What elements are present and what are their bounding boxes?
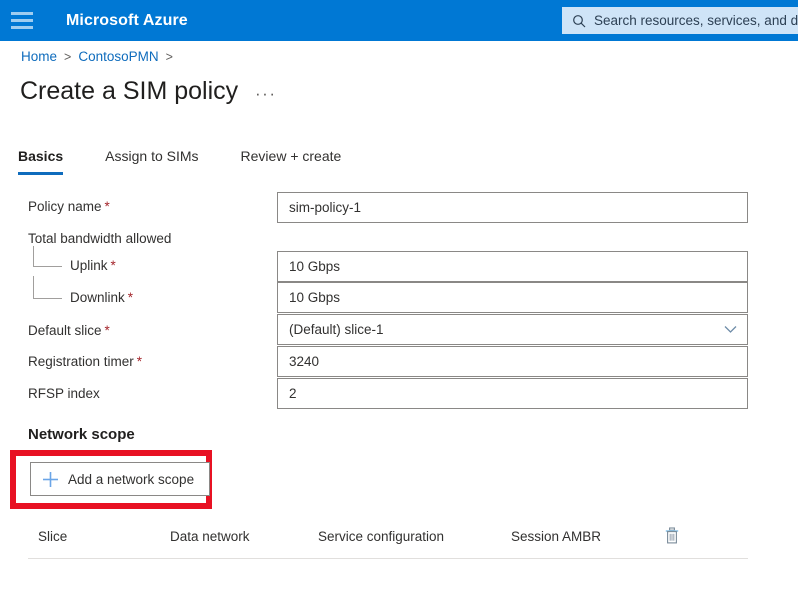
breadcrumb-item-contosopmn[interactable]: ContosoPMN <box>78 49 158 64</box>
input-rfsp-index[interactable]: 2 <box>277 378 748 409</box>
breadcrumb: Home > ContosoPMN > <box>21 49 180 64</box>
trash-icon[interactable] <box>665 527 679 544</box>
more-actions-button[interactable]: ··· <box>255 83 276 105</box>
network-scope-heading: Network scope <box>28 426 135 443</box>
table-divider <box>28 558 748 559</box>
required-marker: * <box>127 290 134 305</box>
label-registration-timer: Registration timer * <box>28 354 143 369</box>
hamburger-line <box>11 19 33 22</box>
chevron-down-icon[interactable] <box>724 315 737 344</box>
input-downlink-value: 10 Gbps <box>289 290 341 305</box>
label-uplink: Uplink * <box>70 258 116 273</box>
required-marker: * <box>136 354 143 369</box>
column-header-service-configuration[interactable]: Service configuration <box>318 529 444 544</box>
input-policy-name-value: sim-policy-1 <box>289 200 362 215</box>
label-rfsp-index: RFSP index <box>28 386 100 401</box>
add-network-scope-label: Add a network scope <box>68 471 195 487</box>
global-search-placeholder: Search resources, services, and docs <box>594 13 798 28</box>
azure-brand-label[interactable]: Microsoft Azure <box>66 12 188 30</box>
required-marker: * <box>110 258 116 273</box>
input-policy-name[interactable]: sim-policy-1 <box>277 192 748 223</box>
hamburger-line <box>11 12 33 15</box>
input-downlink[interactable]: 10 Gbps <box>277 282 748 313</box>
select-default-slice-value: (Default) slice-1 <box>289 322 384 337</box>
hamburger-icon[interactable] <box>11 12 33 29</box>
input-registration-timer-value: 3240 <box>289 354 320 369</box>
required-marker: * <box>104 199 110 214</box>
page-title: Create a SIM policy <box>20 77 239 105</box>
global-search-input[interactable]: Search resources, services, and docs <box>562 7 798 34</box>
label-total-bandwidth-allowed: Total bandwidth allowed <box>28 231 172 246</box>
wizard-tabs: Basics Assign to SIMs Review + create <box>18 148 383 175</box>
label-default-slice: Default slice * <box>28 323 110 338</box>
input-uplink-value: 10 Gbps <box>289 259 341 274</box>
tab-review-create[interactable]: Review + create <box>241 148 342 175</box>
input-rfsp-index-value: 2 <box>289 386 297 401</box>
column-header-slice[interactable]: Slice <box>38 529 67 544</box>
select-default-slice[interactable]: (Default) slice-1 <box>277 314 748 345</box>
plus-icon <box>42 471 59 488</box>
hamburger-line <box>11 26 33 29</box>
column-header-session-ambr[interactable]: Session AMBR <box>511 529 601 544</box>
breadcrumb-item-home[interactable]: Home <box>21 49 57 64</box>
label-downlink: Downlink * <box>70 290 134 305</box>
breadcrumb-separator: > <box>165 49 173 64</box>
add-network-scope-button[interactable]: Add a network scope <box>30 462 211 496</box>
column-header-data-network[interactable]: Data network <box>170 529 250 544</box>
tab-assign-to-sims[interactable]: Assign to SIMs <box>105 148 198 175</box>
label-policy-name: Policy name * <box>28 199 110 214</box>
network-scope-table-header: Slice Data network Service configuration… <box>0 527 798 559</box>
tree-connector <box>33 246 73 302</box>
breadcrumb-separator: > <box>64 49 72 64</box>
input-registration-timer[interactable]: 3240 <box>277 346 748 377</box>
input-uplink[interactable]: 10 Gbps <box>277 251 748 282</box>
search-icon <box>572 14 586 28</box>
tab-basics[interactable]: Basics <box>18 148 64 175</box>
required-marker: * <box>104 323 110 338</box>
